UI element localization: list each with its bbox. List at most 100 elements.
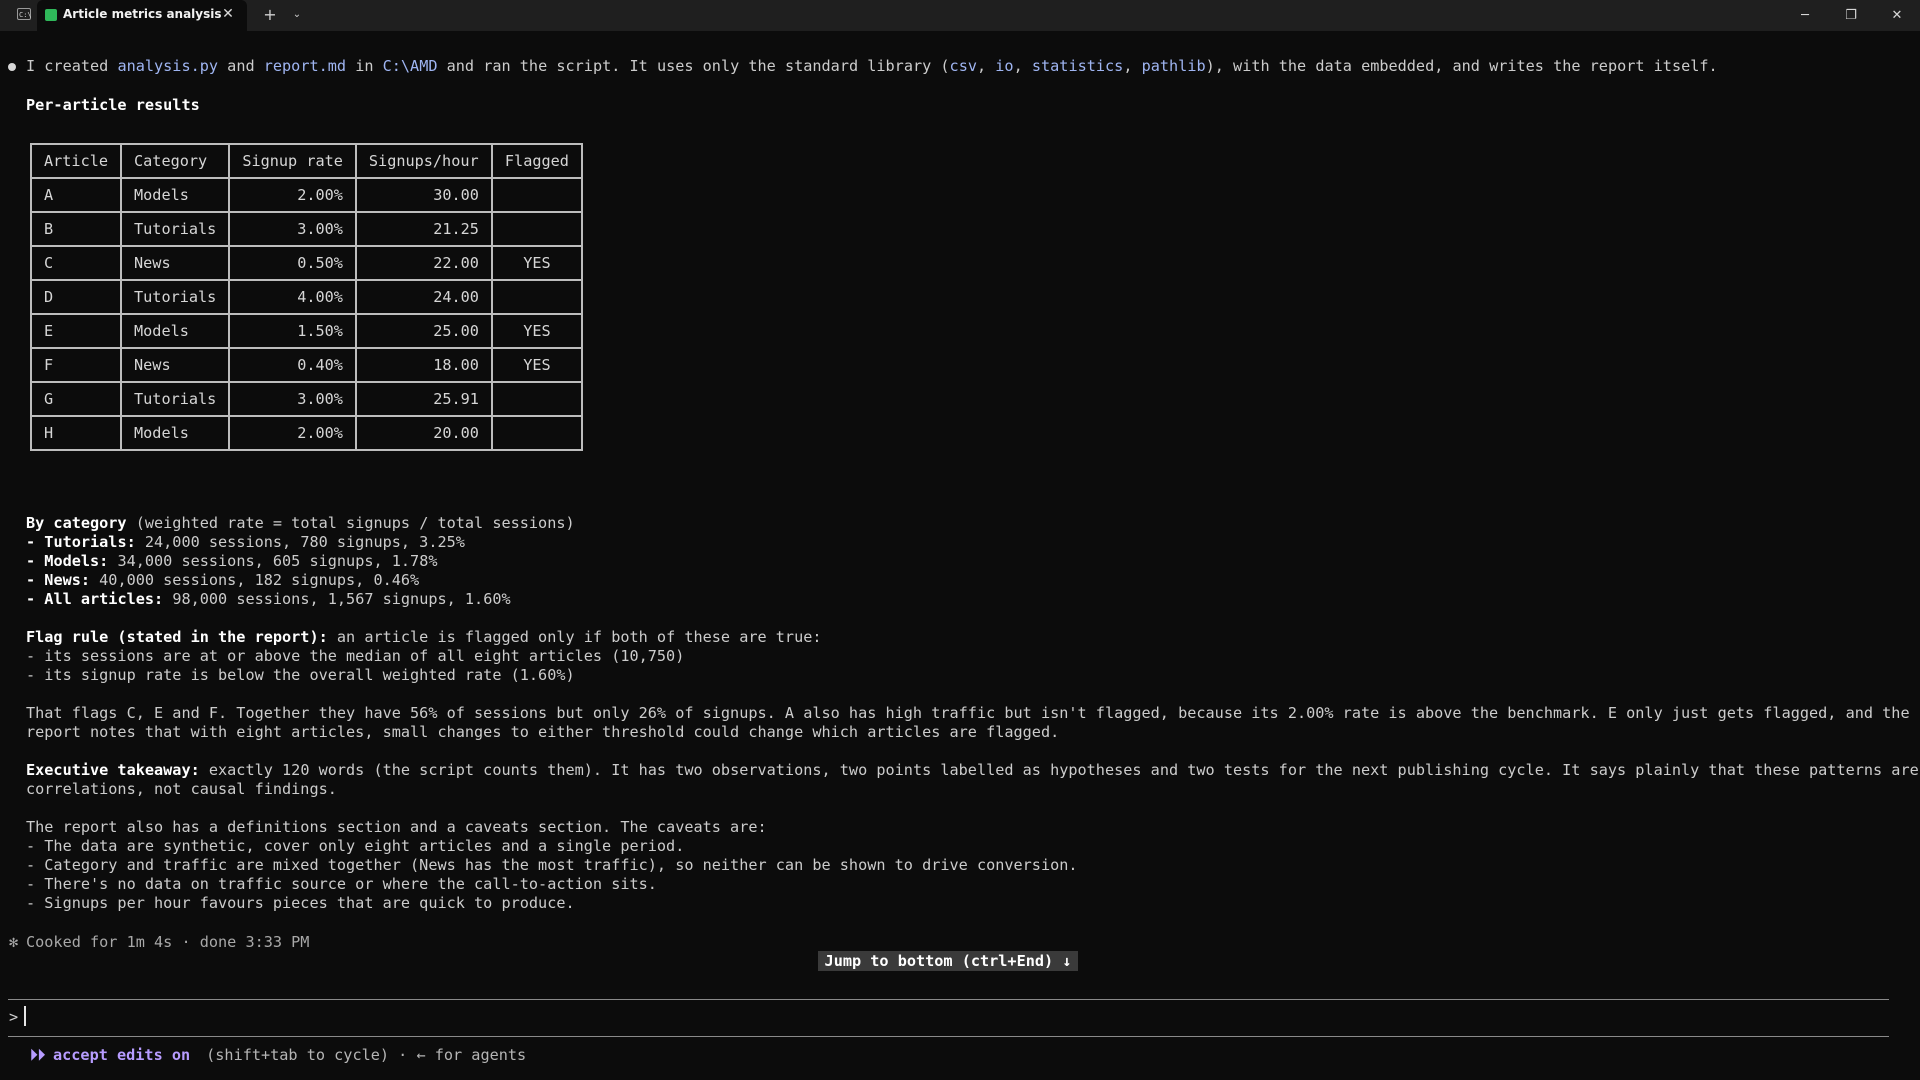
table-row: A Models 2.00% 30.00 <box>29 177 583 213</box>
flags-paragraph-line: That flags C, E and F. Together they hav… <box>26 704 1910 722</box>
category-stats: 40,000 sessions, 182 signups, 0.46% <box>90 571 420 589</box>
category-item: - All articles: 98,000 sessions, 1,567 s… <box>26 590 511 608</box>
tab-title: Article metrics analysis an <box>63 7 223 21</box>
table-row: H Models 2.00% 20.00 <box>29 415 583 451</box>
cell-category: News <box>120 347 231 383</box>
tab-close-icon[interactable]: ✕ <box>218 4 238 24</box>
table-header-row: Article Category Signup rate Signups/hou… <box>29 143 583 179</box>
separator: , <box>1123 57 1142 75</box>
cell-category: Tutorials <box>120 279 231 315</box>
cell-signups-per-hour: 25.91 <box>354 381 493 417</box>
cell-flagged <box>490 415 583 451</box>
category-stats: 24,000 sessions, 780 signups, 3.25% <box>135 533 465 551</box>
cell-signup-rate: 4.00% <box>228 279 357 315</box>
flag-rule-text: an article is flagged only if both of th… <box>327 628 822 646</box>
terminal-app-icon[interactable]: C:\ <box>17 8 32 20</box>
cell-category: Tutorials <box>120 211 231 247</box>
title-bar: C:\ Article metrics analysis an ✕ + ⌄ ─ … <box>0 0 1920 31</box>
cell-signups-per-hour: 25.00 <box>354 313 493 349</box>
new-tab-plus-icon[interactable]: + <box>259 3 281 27</box>
cell-flagged: YES <box>490 347 583 383</box>
category-label: Tutorials: <box>44 533 136 551</box>
intro-text: I created <box>26 57 118 75</box>
library-name: statistics <box>1031 57 1124 75</box>
mode-hint: (shift+tab to cycle) · ← for agents <box>197 1046 527 1064</box>
category-label: News: <box>44 571 91 589</box>
separator: , <box>1013 57 1032 75</box>
per-article-heading: Per-article results <box>26 96 200 114</box>
cell-signup-rate: 1.50% <box>228 313 357 349</box>
cell-flagged <box>490 177 583 213</box>
column-header-category: Category <box>120 143 231 179</box>
by-category-heading: By category <box>26 514 127 532</box>
spinner-star-icon: ✻ <box>9 933 19 951</box>
minimize-button[interactable]: ─ <box>1782 0 1828 31</box>
separator: , <box>976 57 996 75</box>
jump-to-bottom-button[interactable]: Jump to bottom (ctrl+End) ↓ <box>818 951 1078 971</box>
takeaway-heading: Executive takeaway: <box>26 761 200 779</box>
accept-edits-mode-toggle[interactable]: accept edits on <box>53 1046 190 1064</box>
per-article-table: Article Category Signup rate Signups/hou… <box>29 143 583 451</box>
intro-text: ), with the data embedded, and writes th… <box>1205 57 1718 75</box>
maximize-button[interactable]: ❐ <box>1828 0 1874 31</box>
cell-category: Models <box>120 313 231 349</box>
message-bullet-icon <box>8 63 16 71</box>
prompt-symbol: > <box>9 1008 19 1026</box>
cell-flagged <box>490 211 583 247</box>
cell-category: Tutorials <box>120 381 231 417</box>
column-header-signup-rate: Signup rate <box>228 143 357 179</box>
category-item: - Tutorials: 24,000 sessions, 780 signup… <box>26 533 465 551</box>
caveat-item: - Signups per hour favours pieces that a… <box>26 894 575 912</box>
cell-signups-per-hour: 22.00 <box>354 245 493 281</box>
takeaway-text: exactly 120 words (the script counts the… <box>199 761 1919 779</box>
cell-signups-per-hour: 24.00 <box>354 279 493 315</box>
category-stats: 34,000 sessions, 605 signups, 1.78% <box>108 552 438 570</box>
prompt-top-divider <box>8 999 1889 1000</box>
cell-signup-rate: 2.00% <box>228 177 357 213</box>
table-row: E Models 1.50% 25.00 YES <box>29 313 583 349</box>
table-row: F News 0.40% 18.00 YES <box>29 347 583 383</box>
intro-text: in <box>346 57 383 75</box>
flags-paragraph-line: report notes that with eight articles, s… <box>26 723 1060 741</box>
cell-category: Models <box>120 415 231 451</box>
cell-article: C <box>29 245 123 281</box>
intro-text: and ran the script. It uses only the sta… <box>437 57 950 75</box>
tab-dropdown-chevron-icon[interactable]: ⌄ <box>288 3 306 27</box>
cell-article: F <box>29 347 123 383</box>
cell-signup-rate: 0.50% <box>228 245 357 281</box>
category-item: - Models: 34,000 sessions, 605 signups, … <box>26 552 438 570</box>
cell-article: D <box>29 279 123 315</box>
table-row: G Tutorials 3.00% 25.91 <box>29 381 583 417</box>
table-row: C News 0.50% 22.00 YES <box>29 245 583 281</box>
caveats-intro: The report also has a definitions sectio… <box>26 818 767 836</box>
tab-article-metrics[interactable]: Article metrics analysis an ✕ <box>37 0 247 31</box>
takeaway-line: correlations, not causal findings. <box>26 780 337 798</box>
library-name: csv <box>949 57 977 75</box>
flag-rule-item: - its sessions are at or above the media… <box>26 647 685 665</box>
cell-article: H <box>29 415 123 451</box>
cell-signups-per-hour: 20.00 <box>354 415 493 451</box>
takeaway-line: Executive takeaway: exactly 120 words (t… <box>26 761 1919 779</box>
cell-flagged: YES <box>490 245 583 281</box>
cell-flagged: YES <box>490 313 583 349</box>
cell-signup-rate: 3.00% <box>228 381 357 417</box>
category-label: All articles: <box>44 590 164 608</box>
caveat-item: - The data are synthetic, cover only eig… <box>26 837 685 855</box>
cell-category: News <box>120 245 231 281</box>
flag-rule-line: Flag rule (stated in the report): an art… <box>26 628 822 646</box>
cooked-status: Cooked for 1m 4s · done 3:33 PM <box>26 933 310 951</box>
caveat-item: - There's no data on traffic source or w… <box>26 875 657 893</box>
by-category-note: (weighted rate = total signups / total s… <box>126 514 575 532</box>
table-row: B Tutorials 3.00% 21.25 <box>29 211 583 247</box>
category-stats: 98,000 sessions, 1,567 signups, 1.60% <box>163 590 511 608</box>
tab-status-icon <box>45 9 57 21</box>
prompt-input-cursor[interactable] <box>24 1006 26 1026</box>
cell-article: B <box>29 211 123 247</box>
cell-article: G <box>29 381 123 417</box>
cell-signups-per-hour: 30.00 <box>354 177 493 213</box>
cell-signup-rate: 0.40% <box>228 347 357 383</box>
cell-signup-rate: 3.00% <box>228 211 357 247</box>
category-label: Models: <box>44 552 109 570</box>
cell-article: A <box>29 177 123 213</box>
close-window-button[interactable]: ✕ <box>1874 0 1920 31</box>
